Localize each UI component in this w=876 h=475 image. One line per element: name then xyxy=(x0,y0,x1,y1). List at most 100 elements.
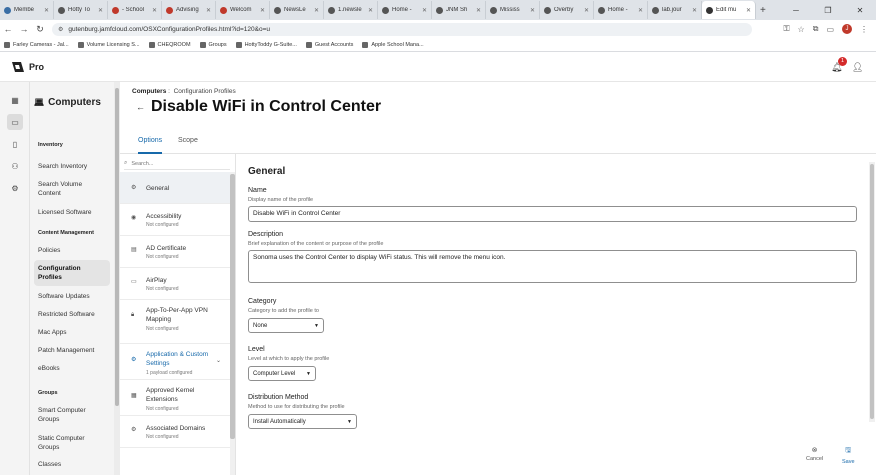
payload-list-scrollbar[interactable] xyxy=(230,172,235,475)
chevron-down-icon[interactable]: ⌄ xyxy=(216,357,221,364)
sidebar-item-software-updates[interactable]: Software Updates xyxy=(34,290,110,303)
browser-tab[interactable]: Home - ✕ xyxy=(594,1,648,19)
minimize-icon[interactable]: ─ xyxy=(780,6,812,15)
browser-tab[interactable]: Mississ ✕ xyxy=(486,1,540,19)
tab-close-icon[interactable]: ✕ xyxy=(530,7,535,14)
payload-search[interactable]: ⌕ Search... xyxy=(124,158,230,170)
sidebar-item-licensed-software[interactable]: Licensed Software xyxy=(34,206,110,219)
sidebar-item-search-volume-content[interactable]: Search Volume Content xyxy=(34,178,110,200)
breadcrumb-computers[interactable]: Computers xyxy=(132,88,166,95)
breadcrumb-configuration-profiles[interactable]: Configuration Profiles xyxy=(174,88,236,95)
devices-icon[interactable]: ▯ xyxy=(7,136,23,152)
sidebar-item-smart-computer-groups[interactable]: Smart Computer Groups xyxy=(34,404,110,426)
level-select[interactable]: Computer Level ▼ xyxy=(248,366,316,381)
sidebar-item-mac-apps[interactable]: Mac Apps xyxy=(34,326,110,339)
sidebar-item-search-inventory[interactable]: Search Inventory xyxy=(34,160,110,173)
search-input[interactable]: Search... xyxy=(131,161,153,167)
tab-close-icon[interactable]: ✕ xyxy=(692,7,697,14)
distribution-hint: Method to use for distributing the profi… xyxy=(248,404,345,410)
payload-item[interactable]: 🔒︎ App-To-Per-App VPN Mapping Not configur… xyxy=(120,300,230,344)
sidebar-item-classes[interactable]: Classes xyxy=(34,458,110,471)
star-icon[interactable]: ☆ xyxy=(798,25,805,34)
payload-item[interactable]: ▤ AD Certificate Not configured xyxy=(120,236,230,268)
bookmark-item[interactable]: Apple School Mana... xyxy=(362,41,424,48)
payload-item[interactable]: ▭ AirPlay Not configured xyxy=(120,268,230,300)
browser-tab[interactable]: Hotty To ✕ xyxy=(54,1,108,19)
sidebar-item-policies[interactable]: Policies xyxy=(34,244,110,257)
menu-dots-icon[interactable]: ⋮ xyxy=(860,25,868,34)
browser-tab[interactable]: Advising ✕ xyxy=(162,1,216,19)
sidebar-item-restricted-software[interactable]: Restricted Software xyxy=(34,308,110,321)
close-icon[interactable]: ✕ xyxy=(844,6,876,15)
payload-item[interactable]: ⚙ Associated Domains Not configured xyxy=(120,416,230,448)
scrollbar-thumb[interactable] xyxy=(230,174,235,439)
tab-close-icon[interactable]: ✕ xyxy=(98,7,103,14)
payload-item[interactable]: ⚙ General xyxy=(120,172,230,204)
site-info-icon[interactable]: ⚙ xyxy=(58,26,63,33)
password-key-icon[interactable]: ⚿ xyxy=(783,24,789,34)
payload-item[interactable]: ▦ Approved Kernel Extensions Not configure… xyxy=(120,380,230,416)
browser-tab[interactable]: Welcom ✕ xyxy=(216,1,270,19)
bookmark-item[interactable]: Guest Accounts xyxy=(305,41,353,48)
tab-close-icon[interactable]: ✕ xyxy=(152,7,157,14)
tab-close-icon[interactable]: ✕ xyxy=(476,7,481,14)
distribution-select[interactable]: Install Automatically ▼ xyxy=(248,414,357,429)
reload-icon[interactable]: ↻ xyxy=(32,24,48,35)
tab-options[interactable]: Options xyxy=(138,137,162,144)
sidebar-item-static-computer-groups[interactable]: Static Computer Groups xyxy=(34,432,110,454)
payload-item[interactable]: ◉ Accessibility Not configured xyxy=(120,204,230,236)
bookmark-item[interactable]: Groups xyxy=(199,41,227,48)
forward-icon[interactable]: → xyxy=(16,24,32,34)
back-icon[interactable]: ← xyxy=(0,24,16,34)
tab-close-icon[interactable]: ✕ xyxy=(314,7,319,14)
profile-avatar[interactable]: J xyxy=(842,24,852,34)
scrollbar-thumb[interactable] xyxy=(870,164,874,419)
browser-tab[interactable]: lab.jour ✕ xyxy=(648,1,702,19)
tab-close-icon[interactable]: ✕ xyxy=(260,7,265,14)
bookmark-item[interactable]: Farley Cameras - Jal... xyxy=(4,41,69,48)
browser-tab[interactable]: Edit mu ✕ xyxy=(702,1,756,19)
name-hint: Display name of the profile xyxy=(248,197,314,203)
new-tab-button[interactable]: + xyxy=(760,5,766,16)
tab-close-icon[interactable]: ✕ xyxy=(422,7,427,14)
bookmark-item[interactable]: CHEQROOM xyxy=(148,41,191,48)
sidebar-item-patch-management[interactable]: Patch Management xyxy=(34,344,110,357)
users-icon[interactable]: ⚇ xyxy=(7,158,23,174)
browser-tab[interactable]: 1.newsle ✕ xyxy=(324,1,378,19)
browser-tab[interactable]: JNM Sh ✕ xyxy=(432,1,486,19)
browser-tab[interactable]: Home - ✕ xyxy=(378,1,432,19)
tab-close-icon[interactable]: ✕ xyxy=(638,7,643,14)
back-arrow-icon[interactable]: ← xyxy=(136,102,145,112)
maximize-icon[interactable]: ❐ xyxy=(812,6,844,15)
category-select[interactable]: None ▼ xyxy=(248,318,324,333)
puzzle-extensions-icon[interactable]: ⧉ xyxy=(813,24,819,34)
user-icon[interactable]: 👤︎ xyxy=(852,62,863,73)
url-bar[interactable]: ⚙ gutenburg.jamfcloud.com/OSXConfigurati… xyxy=(52,22,752,36)
name-field[interactable]: Disable WiFi in Control Center xyxy=(248,206,857,222)
sidebar-item-ebooks[interactable]: eBooks xyxy=(34,362,110,375)
laptop-icon[interactable]: ▭ xyxy=(7,114,23,130)
cancel-button[interactable]: ⊗ Cancel xyxy=(806,446,823,462)
tab-close-icon[interactable]: ✕ xyxy=(584,7,589,14)
tab-scope[interactable]: Scope xyxy=(178,137,198,144)
form-scrollbar[interactable] xyxy=(869,162,875,422)
scrollbar-thumb[interactable] xyxy=(115,88,119,406)
bookmark-item[interactable]: Volume Licensing S... xyxy=(77,41,140,48)
tab-close-icon[interactable]: ✕ xyxy=(206,7,211,14)
bookmark-item[interactable]: HottyToddy G-Suite... xyxy=(235,41,297,48)
dashboard-icon[interactable]: ▦ xyxy=(7,92,23,108)
tab-close-icon[interactable]: ✕ xyxy=(44,7,49,14)
browser-tab[interactable]: NewsLe ✕ xyxy=(270,1,324,19)
tab-close-icon[interactable]: ✕ xyxy=(368,7,373,14)
payload-item[interactable]: ⚙ Application & Custom Settings 1 payload … xyxy=(120,344,230,380)
sidepanel-icon[interactable]: ▭ xyxy=(826,25,834,34)
sidebar-item-configuration-profiles[interactable]: Configuration Profiles xyxy=(34,260,110,286)
gear-icon[interactable]: ⚙ xyxy=(7,180,23,196)
tab-close-icon[interactable]: ✕ xyxy=(746,7,751,14)
browser-tab[interactable]: Membe ✕ xyxy=(0,1,54,19)
browser-tab[interactable]: Overby ✕ xyxy=(540,1,594,19)
category-label: Category xyxy=(248,298,277,305)
save-button[interactable]: 🖫︎ Save xyxy=(842,446,855,465)
description-field[interactable]: Sonoma uses the Control Center to displa… xyxy=(248,250,857,283)
browser-tab[interactable]: - School ✕ xyxy=(108,1,162,19)
